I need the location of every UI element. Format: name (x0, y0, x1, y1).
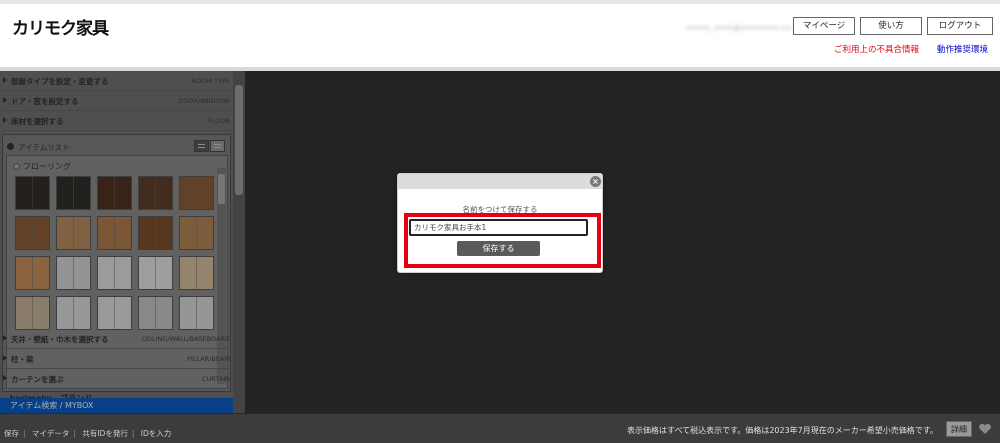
logout-button[interactable]: ログアウト (927, 17, 993, 35)
close-icon[interactable]: × (590, 176, 601, 187)
save-link[interactable]: 保存 (4, 429, 19, 438)
price-note: 表示価格はすべて税込表示です。価格は2023年7月現在のメーカー希望小売価格です… (627, 426, 938, 435)
karimoku-logo[interactable]: カリモク家具 (12, 14, 109, 39)
user-email: xxxxx_xxxx@xxxxxxxx.co.jp (686, 23, 801, 32)
save-button[interactable]: 保存する (457, 241, 540, 256)
heart-icon[interactable] (978, 423, 992, 435)
footer-links: 保存 | マイデータ | 共有IDを発行 | IDを入力 (4, 429, 172, 438)
mydata-link[interactable]: マイデータ (32, 429, 70, 438)
dialog-titlebar (398, 174, 602, 189)
enter-id-link[interactable]: IDを入力 (141, 429, 172, 438)
mypage-button[interactable]: マイページ (793, 17, 855, 35)
issue-share-id-link[interactable]: 共有IDを発行 (82, 429, 128, 438)
footer: 保存 | マイデータ | 共有IDを発行 | IDを入力 表示価格はすべて税込表示です… (0, 413, 1000, 443)
bug-info-link[interactable]: ご利用上の不具合情報 (834, 43, 919, 55)
header: カリモク家具 xxxxx_xxxx@xxxxxxxx.co.jp マイページ 使… (0, 0, 1000, 68)
usage-button[interactable]: 使い方 (860, 17, 922, 35)
detail-button[interactable]: 詳細 (946, 421, 972, 437)
system-requirements-link[interactable]: 動作推奨環境 (937, 43, 988, 55)
save-name-input[interactable] (409, 219, 588, 236)
